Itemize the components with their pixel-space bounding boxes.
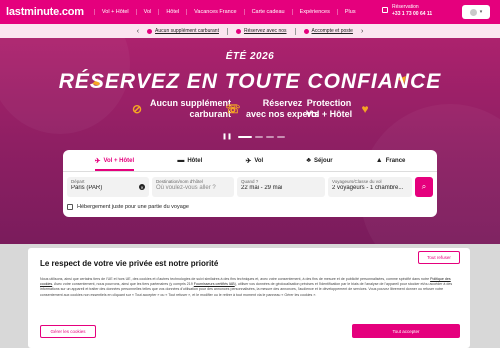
feature-line2: carburant (189, 109, 232, 119)
feature-no-fuel: ⊘ Aucun supplément carburant (130, 98, 231, 120)
promo-item-label: Réservez avec nos (243, 28, 287, 34)
promo-item-label: Aucun supplément carburant (155, 28, 219, 34)
nav-carte-cadeau[interactable]: Carte cadeau (243, 9, 292, 15)
phone-number: +33 1 73 00 64 11 (392, 11, 433, 17)
field-label: Destination/nom d'hôtel (156, 179, 203, 184)
feature-protection: Protection Vol + Hôtel ♥ (306, 98, 372, 120)
badge-icon (147, 28, 153, 34)
checkbox[interactable] (67, 204, 73, 210)
carousel-pager: ❚❚ (222, 133, 286, 140)
promo-item-label: Accompte et poste (311, 28, 353, 34)
cookie-consent-modal: Tout refuser Le respect de votre vie pri… (28, 248, 470, 348)
promo-strip: ‹ Aucun supplément carburant Réservez av… (0, 24, 500, 38)
badge-icon (235, 28, 241, 34)
avatar-icon (469, 8, 477, 16)
plane-icon: ✈ (245, 157, 252, 165)
consent-text: Nous utilisons, ainsi que certains tiers… (40, 277, 430, 281)
reservation-label: Réservation (392, 4, 419, 10)
tab-france[interactable]: ▲ France (376, 150, 406, 171)
tab-vol[interactable]: ✈ Vol (245, 150, 263, 171)
reservation-phone[interactable]: Réservation +33 1 73 00 64 11 (382, 4, 432, 18)
badge-icon (303, 28, 309, 34)
partial-stay-checkbox[interactable]: Hébergement juste pour une partie du voy… (67, 204, 189, 210)
iab-vendors-link[interactable]: Fournisseurs certifiés IAB (194, 282, 235, 286)
consent-body: Nous utilisons, ainsi que certains tiers… (40, 277, 453, 297)
phone-icon (382, 7, 388, 13)
no-fuel-icon: ⊘ (131, 101, 143, 116)
field-label: Voyageurs/Classe du vol (332, 179, 382, 184)
travellers-value: 2 voyageurs - 1 chambre... (332, 185, 404, 191)
departure-value: Paris (PAR) (71, 185, 103, 191)
shield-icon: ♥ (361, 101, 369, 116)
bed-icon: ▬ (177, 157, 185, 164)
feature-line2: Vol + Hôtel (306, 109, 353, 119)
carousel-dot[interactable] (266, 135, 275, 138)
hero-kicker: ÉTÉ 2026 (225, 51, 275, 62)
carousel-dot[interactable] (255, 135, 264, 138)
promo-item-accompte[interactable]: Accompte et poste (303, 28, 353, 34)
consent-text: Avec votre consentement, nous pourrons, … (54, 282, 193, 287)
field-label: Départ (71, 179, 85, 184)
pause-icon[interactable]: ❚❚ (222, 133, 232, 140)
chevron-right-icon[interactable]: › (361, 28, 363, 35)
carousel-dot[interactable] (238, 135, 253, 138)
tab-label: France (385, 157, 406, 164)
tab-label: Vol + Hôtel (103, 157, 135, 164)
search-form: Départ Paris (PAR) ✕ Destination/nom d'h… (63, 171, 437, 217)
promo-item-carburant[interactable]: Aucun supplément carburant (147, 28, 219, 34)
plane-icon: ✈ (94, 157, 101, 165)
account-button[interactable]: ▾ (462, 5, 490, 19)
chevron-down-icon: ▾ (479, 9, 483, 15)
destination-field[interactable]: Destination/nom d'hôtel Où voulez-vous a… (152, 177, 234, 197)
dates-field[interactable]: Quand ? 22 mai - 29 mai (237, 177, 325, 197)
travellers-field[interactable]: Voyageurs/Classe du vol 2 voyageurs - 1 … (328, 177, 412, 197)
eiffel-icon: ▲ (375, 157, 383, 164)
consent-title: Le respect de votre vie privée est notre… (40, 259, 219, 268)
nav-plus[interactable]: Plus (336, 9, 363, 15)
clear-icon[interactable]: ✕ (139, 184, 145, 190)
search-button[interactable]: ⌕ (415, 177, 433, 197)
nav-vol-hotel[interactable]: Vol + Hôtel (93, 9, 136, 15)
refuse-all-button[interactable]: Tout refuser (418, 251, 460, 264)
promo-item-experts[interactable]: Réservez avec nos (235, 28, 287, 34)
tab-label: Séjour (313, 157, 333, 164)
site-logo[interactable]: lastminute.com (6, 6, 84, 18)
top-nav: lastminute.com Vol + Hôtel Vol Hôtel Vac… (0, 0, 500, 24)
nav-vol[interactable]: Vol (135, 9, 159, 15)
feature-line1: Aucun supplément (150, 98, 232, 108)
search-tabs: ✈ Vol + Hôtel ▬ Hôtel ✈ Vol ♣ Séjour ▲ France (63, 150, 437, 171)
tab-vol-hotel[interactable]: ✈ Vol + Hôtel (94, 150, 135, 171)
accept-all-button[interactable]: Tout accepter (352, 324, 460, 338)
carousel-dot[interactable] (277, 135, 286, 138)
expert-icon: ☏ (225, 101, 241, 116)
tab-sejour[interactable]: ♣ Séjour (306, 150, 332, 171)
feature-line1: Protection (306, 98, 352, 108)
tab-label: Vol (254, 157, 264, 164)
nav-vacances-france[interactable]: Vacances France (186, 9, 243, 15)
field-label: Quand ? (241, 179, 259, 184)
divider (294, 27, 296, 35)
search-icon: ⌕ (421, 182, 427, 191)
hero-headline: RÉSERVEZ EN TOUTE CONFIANCE (58, 70, 442, 93)
manage-cookies-button[interactable]: Gérer les cookies (40, 325, 96, 338)
chevron-left-icon[interactable]: ‹ (137, 28, 139, 35)
nav-experiences[interactable]: Expériences (291, 9, 337, 15)
tab-label: Hôtel (187, 157, 203, 164)
nav-hotel[interactable]: Hôtel (158, 9, 186, 15)
tab-hotel[interactable]: ▬ Hôtel (177, 150, 202, 171)
palm-icon: ♣ (306, 157, 311, 164)
main-nav: Vol + Hôtel Vol Hôtel Vacances France Ca… (93, 9, 363, 15)
divider (226, 27, 228, 35)
destination-placeholder: Où voulez-vous aller ? (156, 185, 216, 191)
departure-field[interactable]: Départ Paris (PAR) ✕ (67, 177, 149, 197)
dates-value: 22 mai - 29 mai (241, 185, 283, 191)
checkbox-label: Hébergement juste pour une partie du voy… (77, 204, 189, 210)
